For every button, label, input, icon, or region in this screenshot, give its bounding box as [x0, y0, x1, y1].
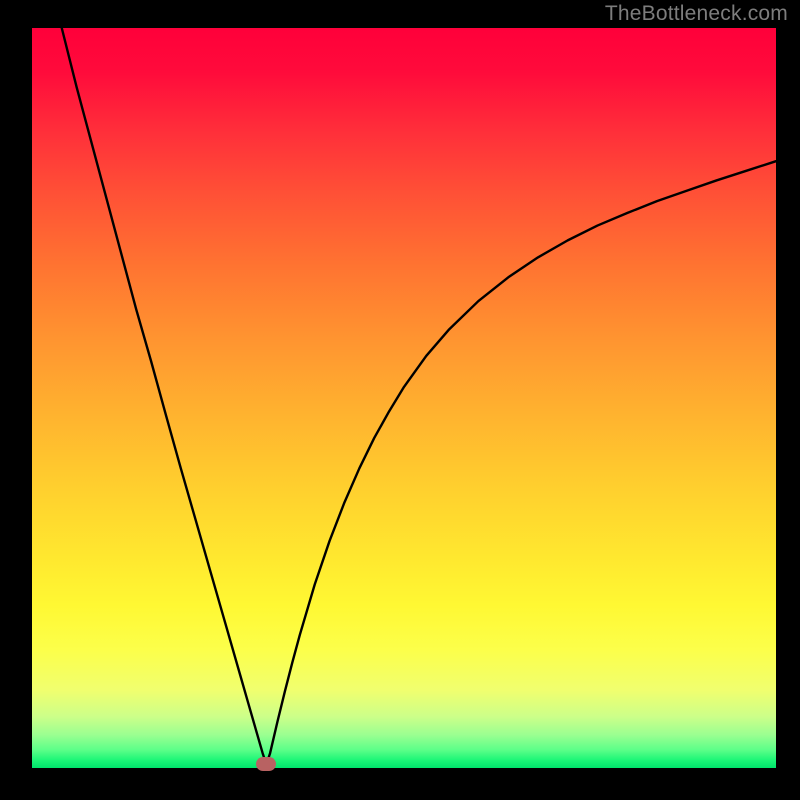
- watermark-text: TheBottleneck.com: [605, 2, 788, 26]
- bottleneck-plot: [0, 0, 800, 800]
- minimum-marker: [256, 757, 276, 771]
- gradient-background: [32, 28, 776, 768]
- chart-frame: TheBottleneck.com: [0, 0, 800, 800]
